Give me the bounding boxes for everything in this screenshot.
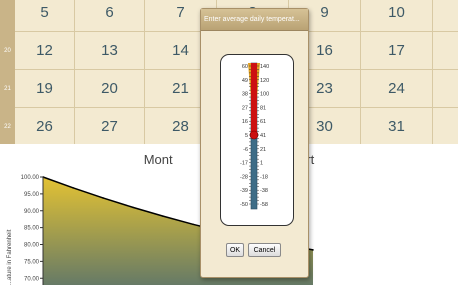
calendar-day-cell-empty[interactable]	[433, 32, 458, 70]
thermometer-mercury	[251, 63, 257, 135]
data-point	[192, 223, 194, 226]
week-number: 20	[0, 32, 15, 70]
celsius-label: -39	[240, 188, 248, 194]
celsius-label: -17	[240, 161, 248, 167]
fahrenheit-label: 140	[260, 64, 269, 70]
calendar-day-cell[interactable]: 27	[75, 108, 145, 146]
week-number: 22	[0, 108, 15, 146]
thermometer[interactable]: 60 49 38 27 16 5 -6 -17 -28 -39 -50 140 120 100 81 61 41…	[201, 53, 308, 253]
calendar-day-cell[interactable]: 19	[15, 70, 75, 108]
y-tick-label: 95.00	[24, 192, 40, 198]
fahrenheit-label: 41	[260, 133, 266, 139]
calendar-day-cell[interactable]: 31	[361, 108, 433, 146]
celsius-label: 60	[242, 64, 248, 70]
y-tick-label: 80.00	[24, 243, 40, 249]
fahrenheit-label: -18	[260, 174, 268, 180]
data-point	[132, 206, 134, 209]
week-number	[0, 0, 15, 32]
calendar-day-cell-empty[interactable]	[433, 70, 458, 108]
celsius-label: 27	[242, 105, 248, 111]
y-tick-label: 85.00	[24, 226, 40, 232]
thermometer-handle	[249, 130, 259, 140]
y-tick-label: 100.00	[21, 175, 40, 181]
fahrenheit-label: 120	[260, 78, 269, 84]
calendar-day-cell-empty[interactable]	[433, 108, 458, 146]
celsius-label: 38	[242, 92, 248, 98]
fahrenheit-label: -38	[260, 188, 268, 194]
fahrenheit-label: 61	[260, 119, 266, 125]
celsius-label: -6	[243, 147, 248, 153]
week-number: 21	[0, 70, 15, 108]
y-tick-label: 75.00	[24, 259, 40, 265]
y-tick-label: 90.00	[24, 209, 40, 215]
y-tick-label: 70.00	[24, 276, 40, 282]
calendar-day-cell[interactable]: 24	[361, 70, 433, 108]
fahrenheit-label: 81	[260, 105, 266, 111]
ok-button[interactable]: OK	[226, 243, 244, 257]
fahrenheit-label: -58	[260, 202, 268, 208]
y-axis-label: ...ature in Fahrenheit	[7, 229, 13, 285]
data-point	[72, 187, 74, 189]
report-title-start: Mont	[143, 152, 173, 167]
fahrenheit-label: 21	[260, 147, 266, 153]
data-point	[312, 249, 314, 251]
data-point	[162, 215, 164, 217]
screen: 5 6 7 8 9 10 20 12 13 14 15 16 17 21 19 …	[0, 0, 458, 285]
fahrenheit-label: 100	[260, 92, 269, 98]
calendar-day-cell[interactable]: 26	[15, 108, 75, 146]
celsius-label: -50	[240, 202, 248, 208]
calendar-day-cell-empty[interactable]	[433, 0, 458, 32]
dialog-title[interactable]: Enter average daily temperat...	[201, 9, 308, 31]
calendar-day-cell[interactable]: 10	[361, 0, 433, 32]
calendar-day-cell[interactable]: 20	[75, 70, 145, 108]
temperature-dialog: Enter average daily temperat... 60 49 38 27…	[200, 8, 309, 278]
celsius-label: 5	[245, 133, 248, 139]
calendar-day-cell[interactable]: 17	[361, 32, 433, 70]
calendar-day-cell[interactable]: 13	[75, 32, 145, 70]
calendar-day-cell[interactable]: 5	[15, 0, 75, 32]
cancel-button[interactable]: Cancel	[248, 243, 281, 257]
calendar-day-cell[interactable]: 12	[15, 32, 75, 70]
celsius-label: 49	[242, 78, 248, 84]
celsius-label: -28	[240, 174, 248, 180]
data-point	[102, 197, 104, 199]
fahrenheit-label: 1	[260, 161, 263, 167]
calendar-day-cell[interactable]: 6	[75, 0, 145, 32]
celsius-label: 16	[242, 119, 248, 125]
